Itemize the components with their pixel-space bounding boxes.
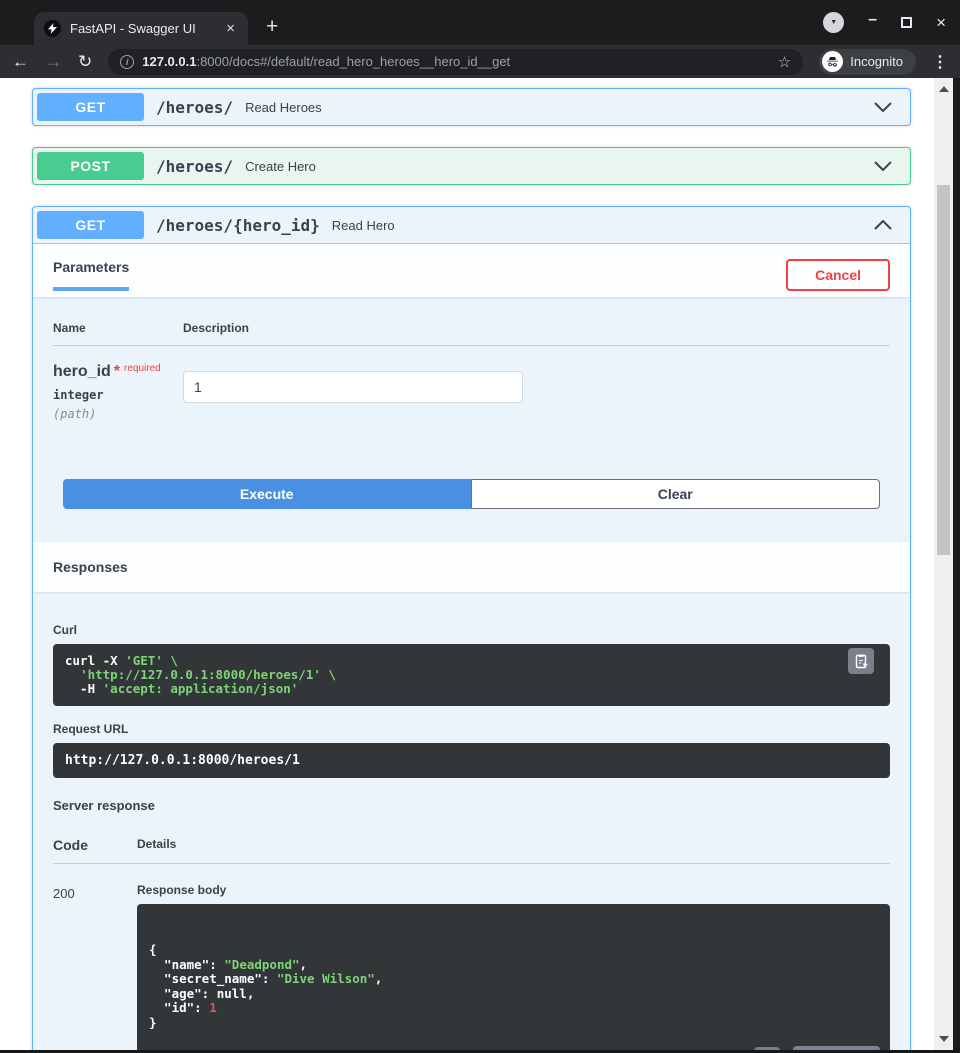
parameter-location: (path) bbox=[53, 407, 97, 421]
forward-button[interactable]: → bbox=[45, 52, 62, 72]
incognito-label: Incognito bbox=[850, 54, 903, 69]
endpoint-summary: Create Hero bbox=[245, 158, 316, 174]
server-response-row: 200 Response body { "name": "Deadpond", … bbox=[53, 883, 890, 1050]
chevron-down-icon[interactable] bbox=[874, 161, 892, 171]
tab-close-icon[interactable]: × bbox=[223, 20, 238, 37]
endpoint-path: /heroes/ bbox=[156, 97, 234, 117]
required-label: required bbox=[124, 363, 161, 374]
responses-content: Curl curl -X 'GET' \ 'http://127.0.0.1:8… bbox=[33, 592, 910, 1050]
method-badge-get: GET bbox=[37, 211, 144, 239]
minimize-button[interactable]: – bbox=[868, 11, 877, 29]
request-url-block: http://127.0.0.1:8000/heroes/1 bbox=[53, 743, 890, 778]
url-host: 127.0.0.1 bbox=[142, 54, 197, 69]
browser-update-icon[interactable]: ▼ bbox=[823, 12, 845, 33]
copy-curl-button[interactable] bbox=[848, 648, 874, 674]
url-text: 127.0.0.1:8000/docs#/default/read_hero_h… bbox=[142, 54, 770, 69]
browser-tab[interactable]: FastAPI - Swagger UI × bbox=[34, 12, 248, 45]
page-content: GET /heroes/ Read Heroes POST /heroes/ C… bbox=[0, 78, 960, 1050]
opblock-summary[interactable]: GET /heroes/{hero_id} Read Hero bbox=[33, 207, 910, 244]
swagger-page: GET /heroes/ Read Heroes POST /heroes/ C… bbox=[0, 78, 934, 1050]
opblock-get-heroes[interactable]: GET /heroes/ Read Heroes bbox=[32, 88, 911, 126]
chevron-down-icon[interactable] bbox=[874, 102, 892, 112]
tab-strip: FastAPI - Swagger UI × + ▼ – × bbox=[0, 0, 960, 45]
request-url-label: Request URL bbox=[53, 722, 129, 736]
endpoint-path: /heroes/{hero_id} bbox=[156, 215, 320, 235]
status-code: 200 bbox=[53, 886, 75, 901]
opblock-post-heroes[interactable]: POST /heroes/ Create Hero bbox=[32, 147, 911, 185]
parameters-table: Name Description hero_id * required intege… bbox=[33, 297, 910, 509]
cancel-button[interactable]: Cancel bbox=[786, 259, 890, 291]
code-column-header: Code bbox=[53, 837, 88, 853]
scroll-down-icon[interactable] bbox=[938, 1036, 949, 1042]
fastapi-favicon-icon bbox=[44, 20, 61, 37]
responses-section-title: Responses bbox=[33, 542, 910, 592]
copy-response-button[interactable] bbox=[754, 1047, 781, 1050]
opblock-summary[interactable]: GET /heroes/ Read Heroes bbox=[33, 89, 910, 125]
name-column-header: Name bbox=[53, 321, 86, 335]
server-response-label: Server response bbox=[53, 798, 155, 813]
endpoint-summary: Read Hero bbox=[331, 217, 395, 233]
reload-button[interactable]: ↻ bbox=[78, 52, 92, 72]
endpoint-summary: Read Heroes bbox=[245, 99, 322, 115]
clear-button[interactable]: Clear bbox=[470, 479, 880, 509]
response-body-label: Response body bbox=[137, 883, 227, 897]
opblock-get-hero-by-id: GET /heroes/{hero_id} Read Hero Paramete… bbox=[32, 206, 911, 1050]
scroll-up-icon[interactable] bbox=[938, 86, 949, 92]
scrollbar-thumb[interactable] bbox=[937, 185, 950, 555]
scrollbar[interactable] bbox=[934, 78, 953, 1050]
hero-id-input[interactable] bbox=[183, 371, 523, 403]
parameters-header: Parameters Cancel bbox=[33, 244, 910, 297]
incognito-badge: Incognito bbox=[819, 48, 916, 75]
curl-command-block: curl -X 'GET' \ 'http://127.0.0.1:8000/h… bbox=[53, 644, 890, 706]
chevron-up-icon[interactable] bbox=[874, 220, 892, 230]
details-column-header: Details bbox=[137, 837, 177, 851]
curl-label: Curl bbox=[53, 623, 77, 637]
url-bar[interactable]: i 127.0.0.1:8000/docs#/default/read_hero… bbox=[108, 48, 804, 75]
tab-parameters[interactable]: Parameters bbox=[53, 259, 130, 291]
close-window-button[interactable]: × bbox=[936, 13, 946, 33]
new-tab-button[interactable]: + bbox=[266, 15, 278, 39]
opblock-summary[interactable]: POST /heroes/ Create Hero bbox=[33, 148, 910, 184]
parameter-row: hero_id * required integer (path) bbox=[53, 363, 890, 421]
window-edge bbox=[953, 78, 960, 1050]
description-column-header: Description bbox=[183, 321, 250, 335]
response-body-block: { "name": "Deadpond", "secret_name": "Di… bbox=[137, 904, 890, 1050]
maximize-button[interactable] bbox=[901, 17, 913, 28]
required-asterisk: * bbox=[113, 363, 121, 380]
page-info-icon[interactable]: i bbox=[120, 54, 135, 69]
execute-button[interactable]: Execute bbox=[63, 479, 471, 509]
back-button[interactable]: ← bbox=[12, 52, 29, 72]
method-badge-get: GET bbox=[37, 93, 144, 121]
browser-window: FastAPI - Swagger UI × + ▼ – × ← → ↻ i 1… bbox=[0, 0, 960, 1053]
browser-menu-icon[interactable]: ⋮ bbox=[932, 52, 948, 72]
parameter-name: hero_id bbox=[53, 363, 111, 380]
download-button[interactable]: Download bbox=[793, 1045, 880, 1050]
endpoint-path: /heroes/ bbox=[156, 156, 234, 176]
incognito-icon bbox=[822, 51, 844, 72]
url-path: :8000/docs#/default/read_hero_heroes__he… bbox=[196, 54, 511, 69]
parameter-type: integer bbox=[53, 388, 104, 402]
method-badge-post: POST bbox=[37, 152, 144, 180]
tab-title: FastAPI - Swagger UI bbox=[70, 21, 196, 36]
bookmark-star-icon[interactable]: ☆ bbox=[778, 53, 791, 71]
browser-toolbar: ← → ↻ i 127.0.0.1:8000/docs#/default/rea… bbox=[0, 45, 960, 78]
